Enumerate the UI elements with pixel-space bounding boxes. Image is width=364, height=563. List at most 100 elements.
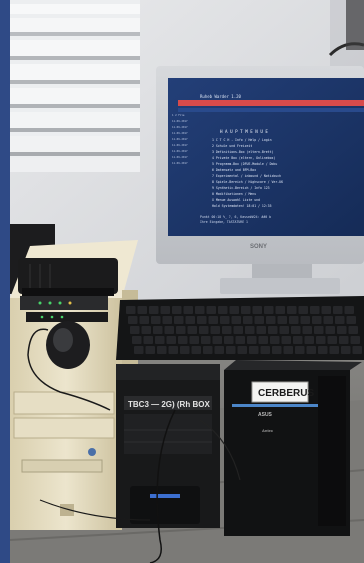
terminal-menu-line: 1 C T C H - Info / Help / Login: [212, 138, 272, 142]
keyboard-key: [128, 316, 138, 324]
keyboard-key: [333, 306, 343, 314]
keyboard-key: [206, 306, 216, 314]
black-pc-tower-right: CERBERUS ASUS Antec: [224, 360, 362, 536]
keyboard-key: [344, 306, 354, 314]
keyboard-key: [287, 306, 297, 314]
svg-text:11-06-2017: 11-06-2017: [172, 119, 188, 123]
keyboard-key: [208, 316, 218, 324]
keyboard-key: [134, 346, 144, 354]
keyboard-key: [235, 336, 245, 344]
keyboard-key: [141, 326, 151, 334]
keyboard-key: [279, 326, 289, 334]
keyboard-key: [199, 326, 209, 334]
keyboard-key: [157, 346, 167, 354]
keyboard-key: [180, 346, 190, 354]
keyboard-key: [178, 336, 188, 344]
keyboard-key: [254, 316, 264, 324]
keyboard-key: [291, 326, 301, 334]
keyboard-key: [132, 336, 142, 344]
keyboard-key: [233, 326, 243, 334]
window-blinds: [10, 0, 140, 172]
keyboard-key: [249, 346, 259, 354]
keyboard-key: [149, 306, 159, 314]
keyboard-key: [283, 346, 293, 354]
keyboard-key: [210, 326, 220, 334]
keyboard-key: [247, 336, 257, 344]
photo-frame: Ruheb Warder 1.20 H A U P T M E N U E 1 …: [0, 0, 364, 563]
keyboard-key: [189, 336, 199, 344]
keyboard-key: [153, 326, 163, 334]
keyboard-key: [327, 336, 337, 344]
terminal-menu-line: 5 Programm-Box (DFUE-Module / Doku: [212, 162, 277, 166]
terminal-prompt-line1: Punkt 00:18 %_ ?, 6, Kasse##24: ##0 b: [200, 215, 271, 219]
terminal-menu-line: 0 Modifikationen / Menu: [212, 192, 256, 196]
svg-text:1 2 File: 1 2 File: [172, 113, 185, 117]
tower-right-small: Antec: [262, 428, 274, 433]
keyboard-key: [312, 316, 322, 324]
keyboard-key: [348, 326, 358, 334]
keyboard-key: [174, 316, 184, 324]
keyboard-key: [272, 346, 282, 354]
keyboard-key: [277, 316, 287, 324]
keyboard-key: [139, 316, 149, 324]
tower-right-label: CERBERUS: [258, 388, 314, 399]
keyboard-key: [323, 316, 333, 324]
keyboard-key: [318, 346, 328, 354]
keyboard-key: [201, 336, 211, 344]
keyboard-key: [243, 316, 253, 324]
svg-text:11-06-2017: 11-06-2017: [172, 131, 188, 135]
terminal-menu-line: 2 Schule und Freizeit: [212, 144, 252, 148]
keyboard-key: [258, 336, 268, 344]
keyboard-key: [168, 346, 178, 354]
terminal-menu-line: 8 Spiele-Bereich / Highscore / Ver-UK: [212, 180, 283, 184]
monitor-brand: SONY: [250, 244, 267, 250]
keyboard-key: [346, 316, 356, 324]
keyboard-key: [155, 336, 165, 344]
keyboard-key: [224, 336, 234, 344]
keyboard-key: [203, 346, 213, 354]
keyboard-key: [325, 326, 335, 334]
svg-text:11-06-2017: 11-06-2017: [172, 161, 188, 165]
keyboard-key: [298, 306, 308, 314]
keyboard-key: [352, 346, 362, 354]
keyboard-key: [176, 326, 186, 334]
terminal-menu-line: 9 Synthetic-Bereich / Info 123: [212, 186, 270, 190]
keyboard-key: [289, 316, 299, 324]
keyboard-key: [264, 306, 274, 314]
keyboard-key: [166, 336, 176, 344]
keyboard-key: [314, 326, 324, 334]
keyboard-key: [245, 326, 255, 334]
terminal-menu-heading: H A U P T M E N U E: [220, 129, 268, 134]
tower-left-label: TBC3 — 2G) (Rh BOX: [128, 400, 210, 409]
keyboard-key: [214, 346, 224, 354]
keyboard-key: [226, 346, 236, 354]
keyboard-key: [241, 306, 251, 314]
keyboard-key: [229, 306, 239, 314]
svg-text:11-06-2017: 11-06-2017: [172, 137, 188, 141]
keyboard-key: [231, 316, 241, 324]
keyboard-key: [350, 336, 360, 344]
keyboard-key: [218, 306, 228, 314]
terminal-prompt-line2: Ihre Eingabe, TASTATURE 1: [200, 220, 248, 224]
keyboard-key: [195, 306, 205, 314]
keyboard-key: [266, 316, 276, 324]
keyboard-key: [300, 316, 310, 324]
svg-text:11-06-2017: 11-06-2017: [172, 155, 188, 159]
keyboard-key: [310, 306, 320, 314]
terminal-menu-line: 3 Definitions-Box (eltern-Brett): [212, 150, 273, 154]
keyboard-key: [126, 306, 136, 314]
svg-text:11-06-2017: 11-06-2017: [172, 149, 188, 153]
modem-stack: [18, 258, 118, 322]
keyboard-key: [197, 316, 207, 324]
keyboard-key: [187, 326, 197, 334]
keyboard-key: [293, 336, 303, 344]
keyboard-key: [172, 306, 182, 314]
terminal-menu-line: 4 Private Box (eltern, Onlinebox): [212, 156, 275, 160]
keyboard-key: [341, 346, 351, 354]
keyboard-key: [220, 316, 230, 324]
keyboard-key: [143, 336, 153, 344]
keyboard-key: [302, 326, 312, 334]
keyboard-key: [183, 306, 193, 314]
keyboard-key: [339, 336, 349, 344]
terminal-title: Ruheb Warder 1.20: [200, 94, 242, 99]
